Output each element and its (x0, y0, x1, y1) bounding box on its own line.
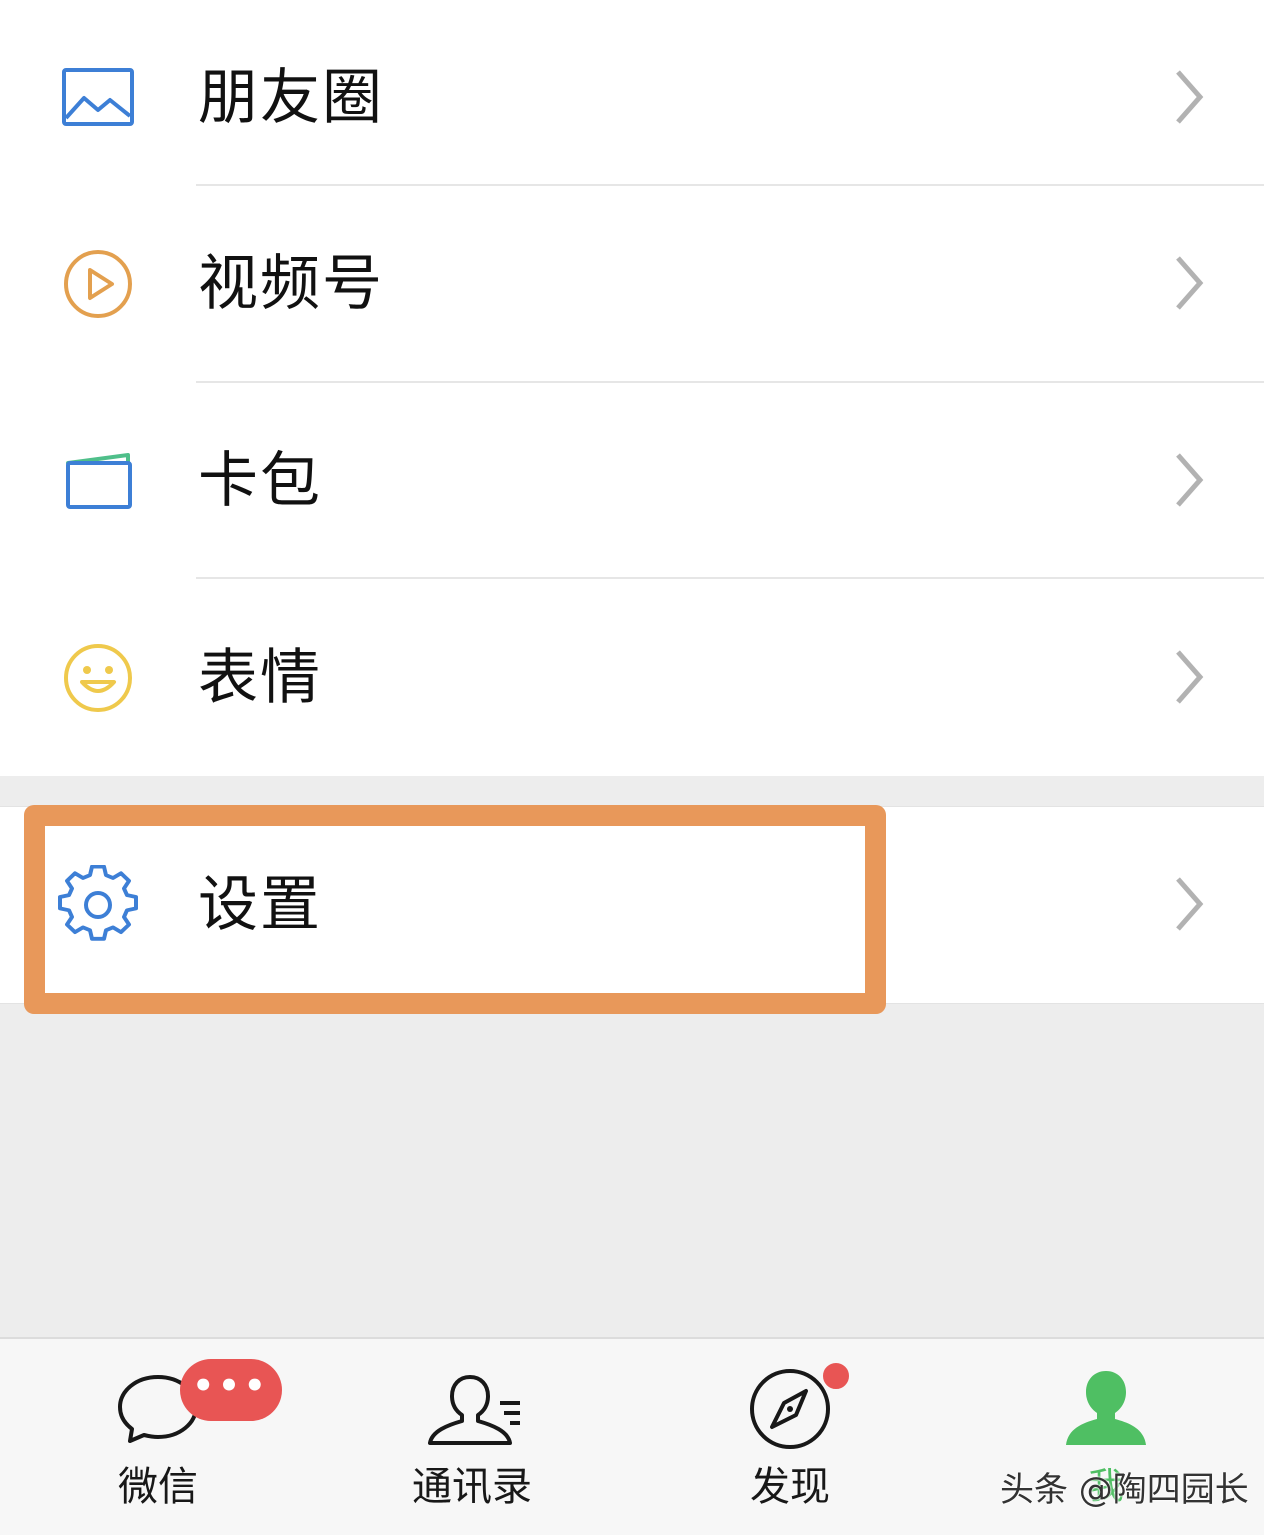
card-wallet-icon (66, 453, 132, 509)
menu-item-label: 朋友圈 (198, 63, 384, 133)
chevron-right-icon (1176, 877, 1204, 931)
tab-label: 发现 (750, 1464, 830, 1510)
moments-icon (62, 68, 134, 126)
unread-badge: ••• (180, 1359, 282, 1421)
channels-icon (64, 250, 132, 318)
menu-item-moments[interactable]: 朋友圈 (0, 0, 1264, 196)
discover-menu-list: 朋友圈 视频号 卡包 表情 (0, 0, 1264, 776)
menu-item-label: 表情 (198, 643, 322, 713)
menu-item-label: 卡包 (198, 446, 322, 516)
menu-item-stickers[interactable]: 表情 (0, 580, 1264, 776)
chevron-right-icon (1176, 650, 1204, 704)
compass-icon (750, 1369, 830, 1449)
tab-chats[interactable]: ••• 微信 (0, 1339, 316, 1535)
chevron-right-icon (1176, 70, 1204, 124)
menu-item-card-wallet[interactable]: 卡包 (0, 383, 1264, 579)
chevron-right-icon (1176, 256, 1204, 310)
tab-label: 通讯录 (412, 1464, 532, 1510)
badge-text: ••• (192, 1366, 270, 1406)
menu-item-label: 视频号 (198, 249, 384, 319)
tab-discover[interactable]: 发现 (632, 1339, 948, 1535)
watermark: 头条 @陶四园长 (1000, 1470, 1249, 1510)
menu-item-channels[interactable]: 视频号 (0, 186, 1264, 382)
notification-dot (820, 1360, 852, 1392)
settings-highlight-box (24, 805, 886, 1014)
contacts-icon (428, 1375, 520, 1445)
tab-contacts[interactable]: 通讯录 (316, 1339, 632, 1535)
person-icon (1066, 1371, 1146, 1445)
sticker-icon (64, 644, 132, 712)
chevron-right-icon (1176, 453, 1204, 507)
divider (196, 577, 1264, 579)
tab-label: 微信 (118, 1464, 198, 1510)
